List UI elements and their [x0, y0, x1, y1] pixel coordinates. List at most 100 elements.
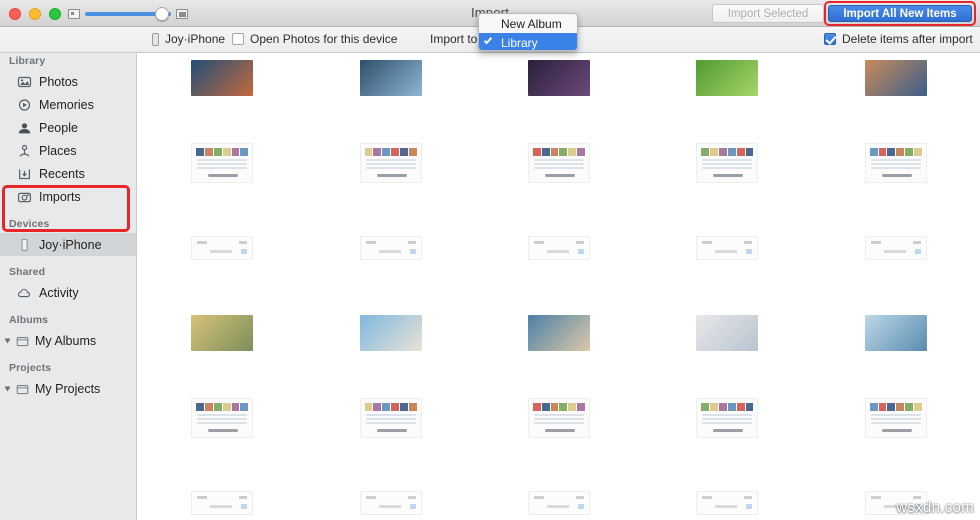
thumbnail-text-lines: [197, 158, 248, 169]
grid-cell[interactable]: [643, 290, 811, 375]
import-to-label: Import to: [430, 32, 478, 46]
card-thumbnail[interactable]: [696, 490, 759, 515]
sidebar-item-places[interactable]: Places: [0, 139, 136, 162]
grid-cell[interactable]: [643, 53, 811, 120]
grid-cell[interactable]: [475, 375, 643, 460]
card-detail: [533, 495, 544, 499]
thumbnail-home-bar: [208, 428, 239, 432]
grid-cell[interactable]: [643, 205, 811, 290]
screenshot-thumbnail[interactable]: [191, 397, 254, 438]
delete-after-import-checkbox[interactable]: [824, 33, 836, 45]
card-thumbnail[interactable]: [359, 490, 422, 515]
sidebar-header-devices: Devices: [9, 218, 50, 230]
delete-after-import-row[interactable]: Delete items after import: [824, 32, 973, 46]
photo-thumbnail[interactable]: [191, 59, 254, 96]
sidebar-header-projects: Projects: [9, 362, 52, 374]
photo-thumbnail[interactable]: [191, 314, 254, 351]
thumbnail-strip: [196, 147, 249, 156]
card-thumbnail[interactable]: [527, 235, 590, 260]
card-detail: [577, 248, 584, 254]
screenshot-thumbnail[interactable]: [527, 142, 590, 183]
screenshot-thumbnail[interactable]: [864, 397, 927, 438]
grid-cell[interactable]: [138, 375, 306, 460]
grid-cell[interactable]: [812, 120, 980, 205]
grid-cell[interactable]: [138, 120, 306, 205]
grid-cell[interactable]: [306, 205, 474, 290]
sidebar-item-imports[interactable]: Imports: [0, 185, 136, 208]
card-detail: [409, 503, 416, 509]
grid-cell[interactable]: [812, 53, 980, 120]
grid-cell[interactable]: [812, 375, 980, 460]
grid-cell[interactable]: [643, 375, 811, 460]
photo-thumbnail[interactable]: [696, 59, 759, 96]
screenshot-thumbnail[interactable]: [527, 397, 590, 438]
screenshot-thumbnail[interactable]: [359, 397, 422, 438]
photo-thumbnail[interactable]: [864, 59, 927, 96]
grid-cell[interactable]: [306, 460, 474, 520]
grid-cell[interactable]: [475, 290, 643, 375]
card-thumbnail[interactable]: [359, 235, 422, 260]
sidebar-item-activity[interactable]: Activity: [0, 281, 136, 304]
card-thumbnail[interactable]: [191, 235, 254, 260]
sidebar-item-people[interactable]: People: [0, 116, 136, 139]
photo-thumbnail[interactable]: [359, 314, 422, 351]
card-detail: [870, 240, 881, 244]
import-all-new-items-button[interactable]: Import All New Items: [828, 5, 972, 22]
sidebar-item-memories[interactable]: Memories: [0, 93, 136, 116]
grid-cell[interactable]: [138, 205, 306, 290]
chevron-down-icon[interactable]: [4, 386, 11, 391]
grid-cell[interactable]: [306, 375, 474, 460]
grid-cell[interactable]: [306, 53, 474, 120]
screenshot-thumbnail[interactable]: [696, 397, 759, 438]
grid-cell[interactable]: [643, 460, 811, 520]
grid-cell[interactable]: [138, 290, 306, 375]
menu-item-library[interactable]: Library: [479, 33, 577, 50]
grid-cell[interactable]: [475, 53, 643, 120]
card-thumbnail[interactable]: [864, 235, 927, 260]
thumbnail-home-bar: [713, 173, 744, 177]
photo-thumbnail[interactable]: [864, 314, 927, 351]
sidebar-item-photos[interactable]: Photos: [0, 70, 136, 93]
screenshot-thumbnail[interactable]: [359, 142, 422, 183]
sidebar-item-imports-label: Imports: [39, 189, 81, 204]
sidebar-item-my-albums[interactable]: My Albums: [0, 329, 136, 352]
grid-cell[interactable]: [138, 53, 306, 120]
card-detail: [546, 249, 569, 253]
card-thumbnail[interactable]: [191, 490, 254, 515]
grid-cell[interactable]: [812, 290, 980, 375]
grid-cell[interactable]: [138, 460, 306, 520]
card-detail: [914, 248, 921, 254]
card-thumbnail[interactable]: [696, 235, 759, 260]
card-thumbnail[interactable]: [527, 490, 590, 515]
grid-cell[interactable]: [812, 205, 980, 290]
thumbnail-text-lines: [702, 158, 753, 169]
sidebar-item-joy-iphone[interactable]: Joy·iPhone: [0, 233, 136, 256]
photo-thumbnail[interactable]: [527, 314, 590, 351]
screenshot-thumbnail[interactable]: [864, 142, 927, 183]
card-detail: [870, 495, 881, 499]
menu-item-new-album[interactable]: New Album: [479, 14, 577, 33]
photo-thumbnail[interactable]: [359, 59, 422, 96]
sidebar-item-recents[interactable]: Recents: [0, 162, 136, 185]
photos-icon: [17, 75, 32, 89]
screenshot-thumbnail[interactable]: [191, 142, 254, 183]
open-photos-checkbox[interactable]: [232, 33, 244, 45]
grid-cell[interactable]: [475, 460, 643, 520]
grid-cell[interactable]: [306, 290, 474, 375]
import-photo-grid[interactable]: wsxdn.com: [138, 53, 980, 520]
import-to-popup-menu[interactable]: New Album Library: [478, 13, 578, 51]
grid-cell[interactable]: [306, 120, 474, 205]
screenshot-thumbnail[interactable]: [696, 142, 759, 183]
import-selected-button[interactable]: Import Selected: [712, 4, 824, 23]
grid-cell[interactable]: [475, 205, 643, 290]
grid-cell[interactable]: [475, 120, 643, 205]
photo-thumbnail[interactable]: [696, 314, 759, 351]
grid-cell[interactable]: [643, 120, 811, 205]
sidebar-item-my-projects[interactable]: My Projects: [0, 377, 136, 400]
chevron-down-icon[interactable]: [4, 338, 11, 343]
sidebar-item-my-albums-label: My Albums: [35, 333, 97, 348]
photo-thumbnail[interactable]: [527, 59, 590, 96]
thumbnail-text-lines: [197, 413, 248, 424]
open-photos-checkbox-row[interactable]: Open Photos for this device: [232, 32, 397, 46]
menu-item-library-label: Library: [501, 35, 538, 50]
